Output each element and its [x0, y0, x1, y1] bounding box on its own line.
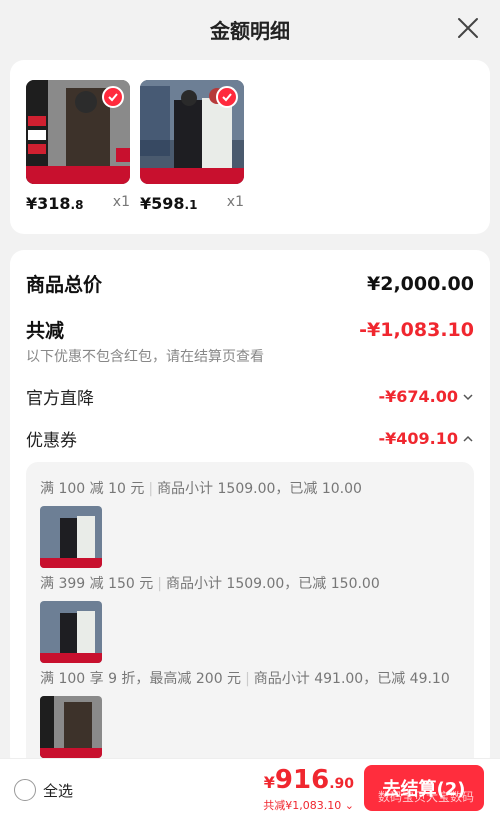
- checkout-bar: 全选 ¥916.90 共减¥1,083.10 ⌄ 去结算(2): [0, 758, 500, 815]
- coupon-value: -¥409.10: [378, 429, 474, 448]
- coupon-label: 优惠券: [26, 431, 77, 451]
- total-row: 商品总价 ¥2,000.00: [26, 270, 474, 297]
- coupon-row[interactable]: 优惠券 -¥409.10: [26, 426, 474, 451]
- official-discount-row[interactable]: 官方直降 -¥674.00: [26, 384, 474, 409]
- select-all-radio[interactable]: [14, 779, 36, 801]
- chevron-up-icon[interactable]: [462, 433, 474, 445]
- total-label: 商品总价: [26, 274, 103, 296]
- product-item[interactable]: ¥318.8 x1: [26, 80, 130, 213]
- total-value: ¥2,000.00: [367, 272, 474, 295]
- saved-amount[interactable]: 共减¥1,083.10 ⌄: [263, 797, 354, 813]
- coupon-rule-line: 满 399 减 150 元 | 商品小计 1509.00，已减 150.00: [40, 576, 380, 592]
- reduce-label: 共减: [26, 320, 65, 342]
- checked-icon[interactable]: [216, 86, 238, 108]
- checked-icon[interactable]: [102, 86, 124, 108]
- down-coat-photo-icon[interactable]: [140, 80, 244, 184]
- coupon-rule-line: 满 100 减 10 元 | 商品小计 1509.00，已减 10.00: [40, 481, 362, 497]
- select-all-label[interactable]: 全选: [43, 780, 73, 801]
- down-coat-thumbnail: [40, 601, 102, 663]
- close-icon[interactable]: [456, 16, 480, 40]
- jacket-thumbnail: [40, 696, 102, 758]
- product-card: ¥318.8 x1 ¥598.1 x1: [10, 60, 490, 234]
- product-qty: x1: [112, 194, 130, 210]
- page-title: 金额明细: [210, 18, 290, 43]
- coupon-detail-box: 满 100 减 10 元 | 商品小计 1509.00，已减 10.00 满 399…: [26, 462, 474, 772]
- official-value: -¥674.00: [378, 387, 474, 406]
- coupon-rule-line: 满 100 享 9 折，最高减 200 元 | 商品小计 491.00，已减 49.…: [40, 671, 450, 687]
- jacket-photo-icon[interactable]: [26, 80, 130, 184]
- product-item[interactable]: ¥598.1 x1: [140, 80, 244, 213]
- chevron-down-icon[interactable]: [462, 391, 474, 403]
- product-price: ¥598.1: [140, 194, 198, 213]
- reduce-row: 共减 -¥1,083.10: [26, 316, 474, 343]
- total-price: ¥916.90: [263, 765, 354, 795]
- down-coat-thumbnail: [40, 506, 102, 568]
- reduce-value: -¥1,083.10: [359, 318, 474, 341]
- watermark-text: 数码宝贝大宝数码: [378, 790, 475, 804]
- official-label: 官方直降: [26, 389, 94, 409]
- product-qty: x1: [226, 194, 244, 210]
- header: 金额明细: [0, 0, 500, 58]
- price-detail-card: 商品总价 ¥2,000.00 共减 -¥1,083.10 以下优惠不包含红包，请…: [10, 250, 490, 772]
- product-price: ¥318.8: [26, 194, 84, 213]
- discount-note: 以下优惠不包含红包，请在结算页查看: [26, 349, 264, 365]
